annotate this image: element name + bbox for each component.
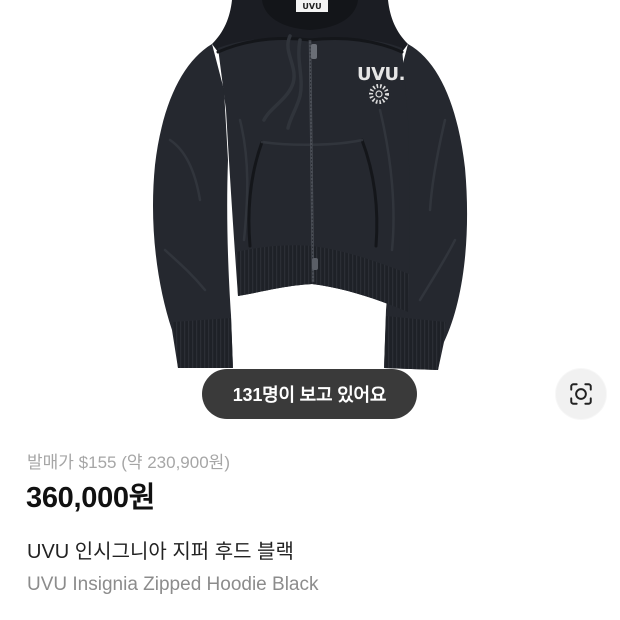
hoodie-photo: UVU UVU. (152, 0, 468, 370)
image-search-button[interactable] (556, 369, 606, 419)
product-image[interactable]: UVU UVU. 131명이 보고 있어요 (0, 0, 620, 430)
chest-logo: UVU. (357, 64, 405, 85)
product-name-korean: UVU 인시그니아 지퍼 후드 블랙 (27, 541, 294, 563)
release-price-value: $155 (약 230,900원) (78, 453, 230, 472)
left-cuff (173, 318, 233, 368)
image-search-icon (570, 383, 592, 405)
product-name-english: UVU Insignia Zipped Hoodie Black (27, 574, 319, 595)
current-price: 360,000원 (26, 482, 156, 514)
garment-tag: UVU (296, 0, 328, 12)
viewers-count-badge: 131명이 보고 있어요 (202, 369, 417, 419)
right-cuff (384, 316, 446, 370)
garment-tag-text: UVU (302, 2, 321, 11)
release-price-row: 발매가 $155 (약 230,900원) (27, 452, 230, 474)
release-price-label: 발매가 (27, 453, 74, 472)
product-detail-page: UVU UVU. 131명이 보고 있어요 발매가 $155 (약 230,90… (0, 0, 620, 620)
